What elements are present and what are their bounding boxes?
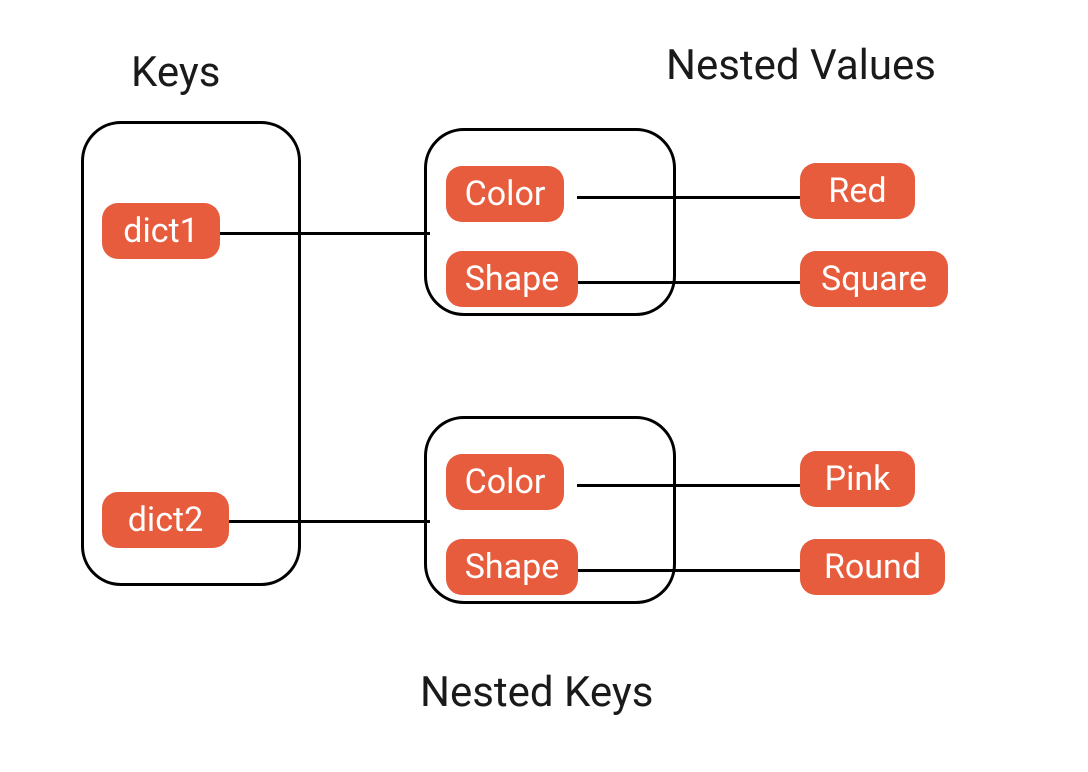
pill-color-2: Color [446, 454, 564, 510]
pill-color-1: Color [446, 166, 564, 222]
heading-nested-values: Nested Values [666, 41, 936, 90]
pill-red: Red [800, 163, 915, 219]
heading-nested-keys: Nested Keys [420, 668, 653, 717]
pill-dict1: dict1 [102, 203, 220, 259]
pill-shape-1: Shape [446, 251, 578, 307]
pill-round: Round [800, 539, 945, 595]
pill-dict2: dict2 [102, 492, 229, 548]
pill-pink: Pink [800, 451, 915, 507]
pill-square: Square [800, 251, 948, 307]
heading-keys: Keys [131, 48, 220, 97]
pill-shape-2: Shape [446, 539, 578, 595]
